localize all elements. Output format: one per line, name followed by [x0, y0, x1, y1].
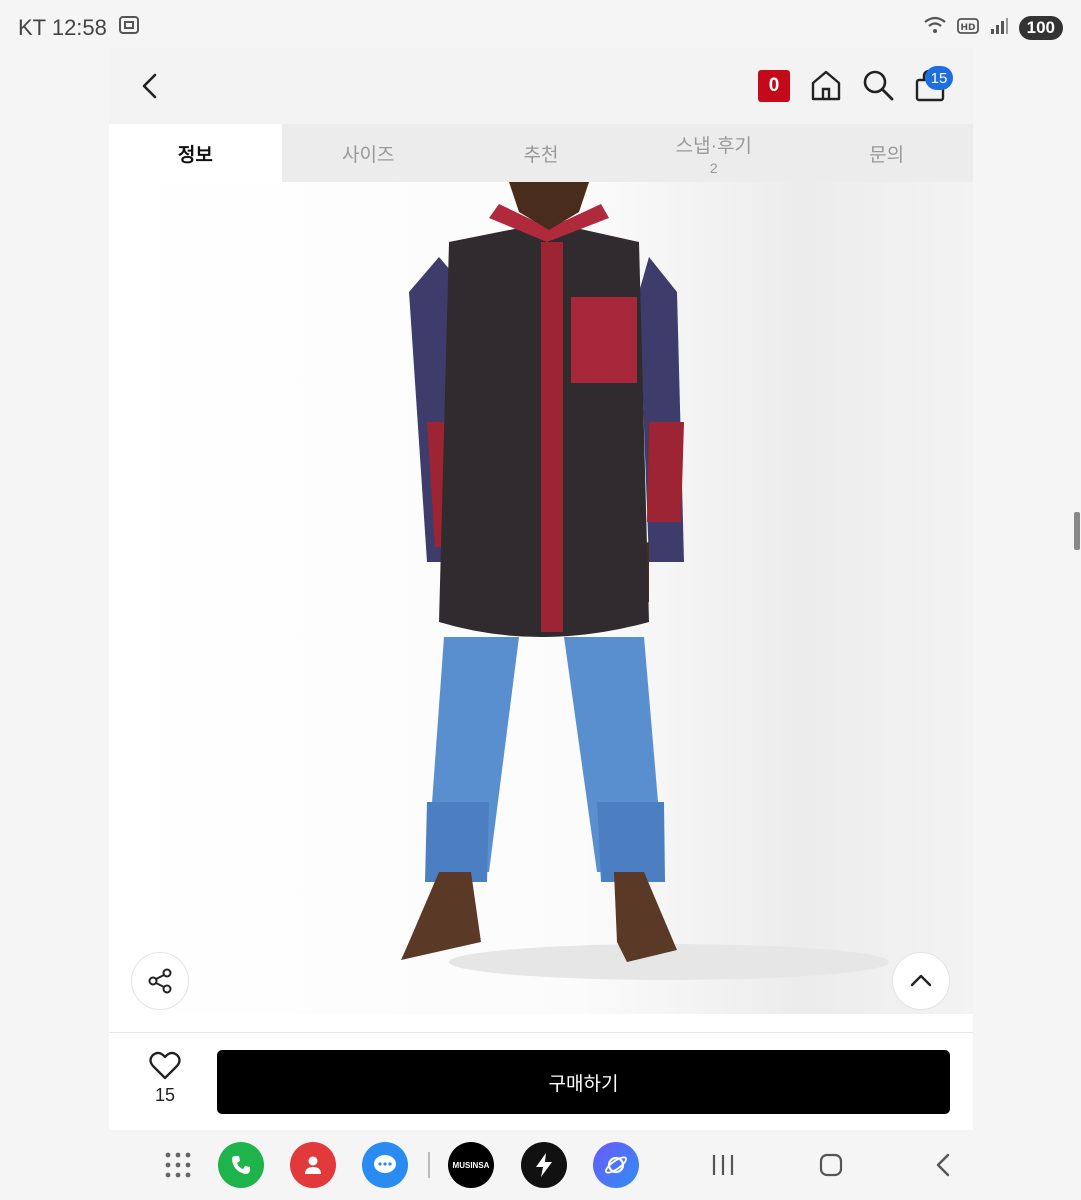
internet-app[interactable]: [593, 1142, 639, 1188]
like-count: 15: [154, 1085, 176, 1105]
recents-button[interactable]: [700, 1142, 746, 1188]
tab-info[interactable]: 정보: [109, 124, 282, 182]
screenshot-icon: [117, 13, 141, 43]
product-page: 0 15 정보 사이즈 추천 스냅·후기 2 문의 15 구매하기: [109, 48, 973, 1130]
search-button[interactable]: [861, 68, 895, 102]
home-nav-button[interactable]: [808, 1142, 854, 1188]
buy-button[interactable]: 구매하기: [217, 1050, 950, 1114]
home-nav-icon: [819, 1153, 843, 1177]
navigation-dock: MUSINSA: [0, 1130, 1081, 1200]
grid-icon: [165, 1152, 191, 1178]
back-arrow-icon: [936, 1153, 950, 1177]
chat-bubble-icon: [374, 1155, 396, 1173]
carrier-time: KT 12:58: [18, 15, 107, 40]
tab-bar: 정보 사이즈 추천 스냅·후기 2 문의: [109, 124, 973, 182]
apps-grid-button[interactable]: [155, 1142, 201, 1188]
home-button[interactable]: [809, 68, 843, 102]
search-icon: [863, 70, 894, 101]
scroll-to-top-button[interactable]: [892, 952, 950, 1010]
tab-size[interactable]: 사이즈: [282, 124, 455, 182]
top-bar: 0 15: [109, 48, 973, 124]
hd-icon: HD: [956, 15, 979, 41]
planet-icon: [605, 1156, 627, 1174]
share-button[interactable]: [131, 952, 189, 1010]
phone-icon: [232, 1156, 250, 1174]
musinsa-app[interactable]: MUSINSA: [448, 1142, 494, 1188]
tab-label: 문의: [869, 144, 905, 166]
battery-level: 100: [1018, 16, 1063, 40]
signal-icon: [989, 15, 1009, 41]
chevron-left-icon: [142, 73, 157, 99]
lightning-icon: [536, 1153, 552, 1177]
divider: [109, 1032, 973, 1033]
like-button[interactable]: 15: [139, 1051, 191, 1113]
tab-label: 정보: [177, 144, 213, 166]
tab-snap-review[interactable]: 스냅·후기 2: [627, 124, 800, 182]
heart-icon: [149, 1051, 181, 1080]
contacts-app[interactable]: [290, 1142, 336, 1188]
scroll-handle[interactable]: [1074, 512, 1080, 550]
home-icon: [811, 70, 841, 101]
back-nav-button[interactable]: [920, 1142, 966, 1188]
tab-recommend[interactable]: 추천: [455, 124, 628, 182]
svg-text:HD: HD: [960, 23, 975, 33]
dock-separator: [428, 1152, 430, 1178]
back-button[interactable]: [135, 70, 167, 102]
bolt-app[interactable]: [521, 1142, 567, 1188]
tab-inquiry[interactable]: 문의: [800, 124, 973, 182]
person-icon: [305, 1156, 321, 1174]
phone-app[interactable]: [218, 1142, 264, 1188]
share-icon: [148, 968, 172, 994]
messages-app[interactable]: [362, 1142, 408, 1188]
cart-count-badge: 15: [925, 66, 953, 90]
tab-label: 추천: [523, 144, 559, 166]
tab-count: 2: [709, 159, 718, 176]
chevron-up-icon: [910, 974, 932, 987]
model-illustration: [401, 182, 889, 980]
product-photo: [109, 182, 973, 1014]
tab-label: 스냅·후기: [675, 135, 752, 157]
wifi-icon: [923, 15, 947, 41]
recents-icon: [712, 1155, 734, 1175]
tab-label: 사이즈: [341, 144, 395, 166]
coupon-badge[interactable]: 0: [758, 70, 790, 102]
